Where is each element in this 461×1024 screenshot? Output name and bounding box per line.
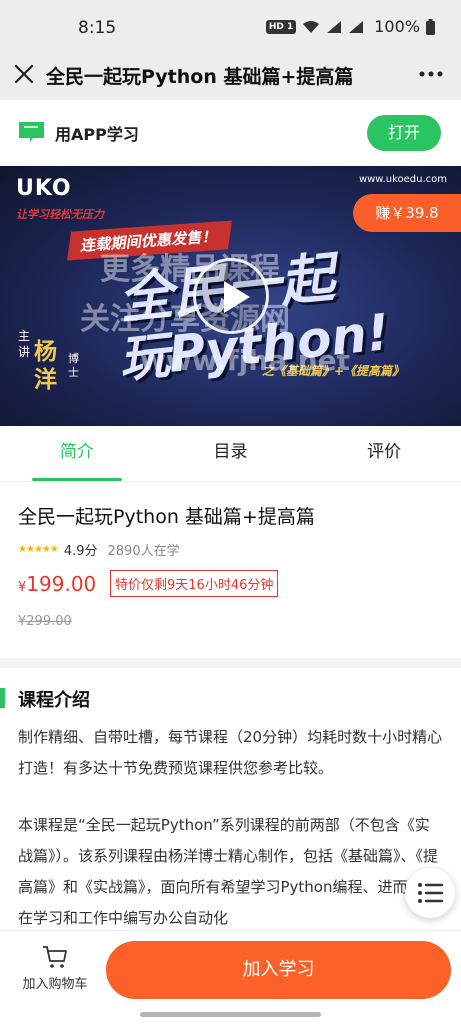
cover-slogan: 让学习轻松无压力 (16, 208, 104, 221)
home-indicator (0, 1008, 461, 1024)
section-accent-bar (0, 688, 5, 708)
watermark-line-3: www.fjha.net (140, 344, 350, 377)
list-menu-icon (418, 883, 443, 903)
rating-score: 4.9分 (63, 544, 98, 559)
close-icon (14, 64, 34, 84)
teacher-title: 博士 (68, 352, 79, 379)
teacher-name: 杨洋 (34, 339, 57, 393)
course-cover-video[interactable]: UKO 让学习轻松无压力 www.ukoedu.com 连载期间优惠发售！ 全民… (0, 166, 461, 426)
more-options-button[interactable] (417, 62, 445, 86)
cover-url: www.ukoedu.com (358, 174, 447, 185)
open-app-button[interactable]: 打开 (367, 115, 441, 151)
wifi-icon (303, 20, 320, 33)
course-title: 全民一起玩Python 基础篇+提高篇 (18, 506, 315, 528)
home-indicator-pill[interactable] (140, 1012, 321, 1017)
intro-paragraph-1: 制作精细、自带吐槽，每节课程（20分钟）均耗时数十小时精心打造！有多达十节免费预… (18, 728, 443, 777)
play-icon (224, 281, 250, 313)
cart-icon (43, 946, 67, 968)
price-value: 199.00 (26, 572, 97, 596)
rating-row: ★★★★★ 4.9分 2890人在学 (18, 540, 180, 559)
play-button[interactable] (193, 258, 269, 334)
course-tabs: 简介 目录 评价 (0, 426, 461, 482)
tab-reviews[interactable]: 评价 (307, 426, 461, 481)
battery-percent: 100% (374, 17, 420, 36)
teacher-tag: 主讲 (18, 329, 31, 359)
add-to-cart-button[interactable]: 加入购物车 (10, 941, 100, 999)
status-icons: HD 1 100% (265, 17, 435, 36)
signal-icon-2 (349, 20, 364, 33)
more-icon (419, 71, 443, 77)
tab-intro[interactable]: 简介 (0, 426, 154, 481)
join-course-button[interactable]: 加入学习 (106, 941, 451, 999)
course-intro-section: 课程介绍 制作精细、自带吐槽，每节课程（20分钟）均耗时数十小时精心打造！有多达… (0, 668, 461, 938)
title-bar: 全民一起玩Python 基础篇+提高篇 (0, 52, 461, 100)
course-info: 全民一起玩Python 基础篇+提高篇 ★★★★★ 4.9分 2890人在学 ¥… (0, 482, 461, 658)
earn-commission-badge[interactable]: 赚￥39.8 (353, 194, 461, 232)
battery-icon (426, 18, 435, 35)
tab-catalog[interactable]: 目录 (154, 426, 308, 481)
hd-badge: HD 1 (265, 19, 297, 34)
app-banner: 用APP学习 打开 (0, 100, 461, 166)
close-button[interactable] (10, 60, 38, 88)
floating-menu-button[interactable] (405, 868, 455, 918)
section-divider (0, 658, 461, 668)
cart-label: 加入购物车 (22, 977, 88, 992)
learner-count: 2890人在学 (107, 544, 180, 559)
app-banner-label: 用APP学习 (55, 125, 139, 144)
page-title: 全民一起玩Python 基础篇+提高篇 (46, 66, 354, 88)
discount-countdown: 特价仅剩9天16小时46分钟 (110, 570, 279, 597)
original-price: ¥299.00 (18, 614, 72, 629)
rating-stars: ★★★★★ (18, 544, 59, 555)
current-price: ¥199.00 (18, 572, 96, 596)
intro-heading: 课程介绍 (18, 690, 90, 711)
intro-paragraph-2: 本课程是“全民一起玩Python”系列课程的前两部（不包含《实战篇》）。该系列课… (18, 816, 439, 927)
status-time: 8:15 (78, 18, 117, 38)
book-icon (19, 122, 44, 142)
bottom-action-bar: 加入购物车 加入学习 (0, 930, 461, 1008)
cover-logo: UKO (16, 176, 72, 201)
status-bar: 8:15 HD 1 100% (0, 0, 461, 56)
signal-icon (327, 20, 342, 33)
